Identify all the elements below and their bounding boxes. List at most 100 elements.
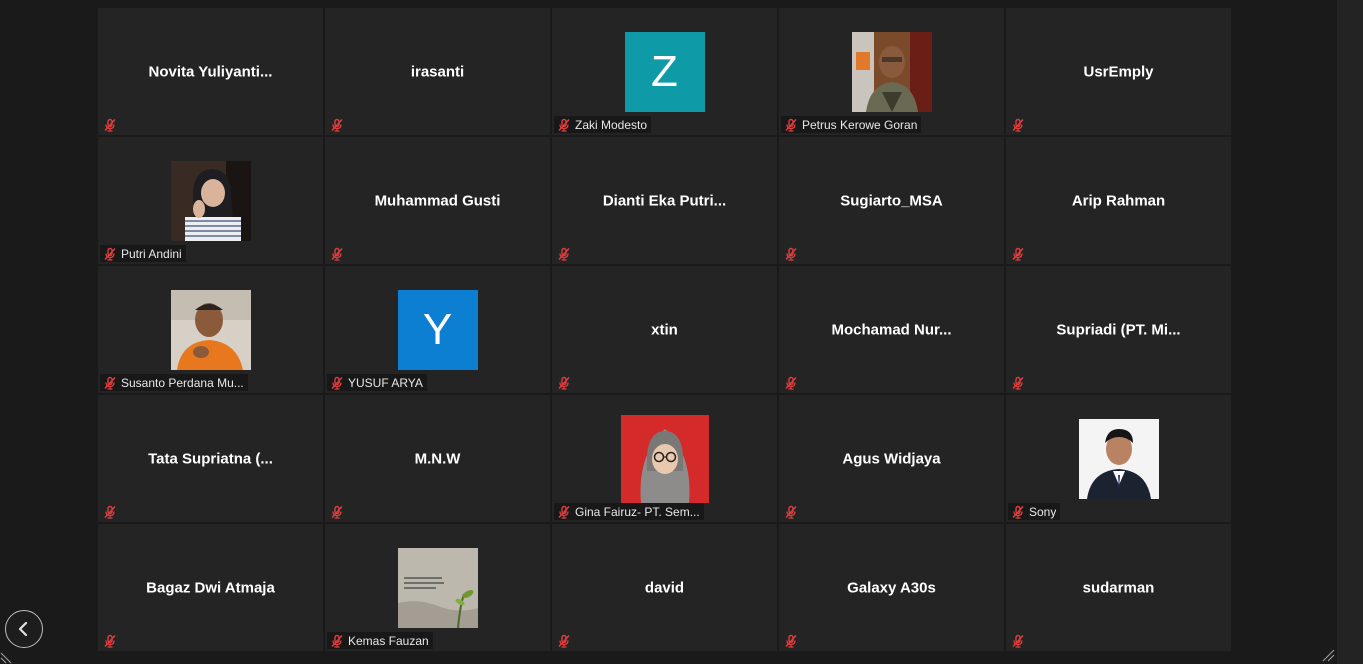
participant-nameplate: Gina Fairuz- PT. Sem... (554, 503, 704, 520)
participant-tile[interactable]: Novita Yuliyanti... (98, 8, 323, 135)
participant-name: M.N.W (414, 450, 461, 467)
photo-quote-plant-icon (397, 547, 478, 628)
mic-muted-icon (103, 634, 117, 648)
participant-tile[interactable]: Gina Fairuz- PT. Sem... (552, 395, 777, 522)
mic-muted-icon (784, 376, 798, 390)
participant-nameplate: Kemas Fauzan (327, 632, 433, 649)
participant-tile[interactable]: Susanto Perdana Mu... (98, 266, 323, 393)
mic-muted-icon (1011, 118, 1025, 132)
photo-man-orange-shirt-icon (170, 289, 251, 370)
participant-tile[interactable]: Tata Supriatna (... (98, 395, 323, 522)
mic-muted-icon (103, 247, 117, 261)
participant-name: Tata Supriatna (... (148, 450, 273, 467)
participant-name: david (644, 579, 685, 596)
participant-tile[interactable]: Arip Rahman (1006, 137, 1231, 264)
mic-muted-icon (330, 118, 344, 132)
participant-nameplate (1008, 116, 1033, 133)
participant-tile[interactable]: david (552, 524, 777, 651)
previous-page-button[interactable] (5, 610, 43, 648)
nameplate-label: YUSUF ARYA (348, 375, 423, 390)
participant-tile[interactable]: Agus Widjaya (779, 395, 1004, 522)
participant-name: Novita Yuliyanti... (148, 63, 273, 80)
participant-tile[interactable]: Z Zaki Modesto (552, 8, 777, 135)
avatar: Z (624, 31, 705, 112)
participant-tile[interactable]: M.N.W (325, 395, 550, 522)
participant-nameplate: Petrus Kerowe Goran (781, 116, 922, 133)
participant-tile[interactable]: irasanti (325, 8, 550, 135)
mic-muted-icon (330, 505, 344, 519)
nameplate-label: Zaki Modesto (575, 117, 648, 132)
left-margin (0, 0, 98, 664)
participant-nameplate: Sony (1008, 503, 1061, 520)
resize-grip-icon[interactable] (1321, 648, 1335, 662)
participant-tile[interactable]: Petrus Kerowe Goran (779, 8, 1004, 135)
mic-muted-icon (784, 634, 798, 648)
participant-tile[interactable]: Sony (1006, 395, 1231, 522)
participant-tile[interactable]: Y YUSUF ARYA (325, 266, 550, 393)
participant-nameplate (327, 116, 352, 133)
photo-man-suit-icon (1078, 418, 1159, 499)
participant-tile[interactable]: UsrEmply (1006, 8, 1231, 135)
mic-muted-icon (330, 247, 344, 261)
mic-muted-icon (557, 376, 571, 390)
participant-tile[interactable]: Kemas Fauzan (325, 524, 550, 651)
participant-tile[interactable]: Bagaz Dwi Atmaja (98, 524, 323, 651)
avatar: Y (397, 289, 478, 370)
participant-tile[interactable]: xtin (552, 266, 777, 393)
mic-muted-icon (103, 376, 117, 390)
mic-muted-icon (784, 118, 798, 132)
participant-nameplate: Zaki Modesto (554, 116, 652, 133)
participant-nameplate (1008, 245, 1033, 262)
mic-muted-icon (784, 505, 798, 519)
gallery-grid: Novita Yuliyanti... irasanti Z Zaki Modesto… (98, 8, 1231, 651)
nameplate-label: Petrus Kerowe Goran (802, 117, 918, 132)
scroll-strip (1337, 0, 1363, 664)
nameplate-label: Gina Fairuz- PT. Sem... (575, 504, 700, 519)
participant-name: Muhammad Gusti (374, 192, 501, 209)
participant-nameplate: YUSUF ARYA (327, 374, 427, 391)
mic-muted-icon (1011, 634, 1025, 648)
participant-nameplate (781, 503, 806, 520)
nameplate-label: Kemas Fauzan (348, 633, 429, 648)
participant-nameplate (554, 245, 579, 262)
participant-nameplate (100, 503, 125, 520)
participant-nameplate (781, 245, 806, 262)
mic-muted-icon (557, 247, 571, 261)
participant-nameplate (781, 374, 806, 391)
participant-nameplate (554, 374, 579, 391)
participant-nameplate: Putri Andini (100, 245, 186, 262)
resize-grip-icon[interactable] (0, 650, 14, 664)
participant-tile[interactable]: Sugiarto_MSA (779, 137, 1004, 264)
nameplate-label: Sony (1029, 504, 1057, 519)
chevron-left-icon (18, 621, 28, 637)
participant-tile[interactable]: Putri Andini (98, 137, 323, 264)
participant-tile[interactable]: Mochamad Nur... (779, 266, 1004, 393)
participant-nameplate (1008, 632, 1033, 649)
participant-tile[interactable]: Dianti Eka Putri... (552, 137, 777, 264)
participant-name: UsrEmply (1083, 63, 1154, 80)
participant-name: Sugiarto_MSA (840, 192, 943, 209)
participant-nameplate (100, 632, 125, 649)
participant-nameplate (1008, 374, 1033, 391)
participant-name: xtin (651, 321, 678, 338)
mic-muted-icon (1011, 376, 1025, 390)
participant-tile[interactable]: Supriadi (PT. Mi... (1006, 266, 1231, 393)
participant-name: Dianti Eka Putri... (602, 192, 727, 209)
mic-muted-icon (557, 118, 571, 132)
participant-nameplate (554, 632, 579, 649)
photo-woman-hijab-striped-icon (170, 160, 251, 241)
participant-nameplate (100, 116, 125, 133)
participant-tile[interactable]: Galaxy A30s (779, 524, 1004, 651)
mic-muted-icon (103, 118, 117, 132)
participant-name: sudarman (1082, 579, 1155, 596)
participant-tile[interactable]: Muhammad Gusti (325, 137, 550, 264)
participant-nameplate (327, 245, 352, 262)
participant-nameplate (327, 503, 352, 520)
mic-muted-icon (330, 376, 344, 390)
mic-muted-icon (103, 505, 117, 519)
participant-name: Arip Rahman (1071, 192, 1166, 209)
photo-man-glasses-icon (851, 31, 932, 112)
mic-muted-icon (330, 634, 344, 648)
participant-tile[interactable]: sudarman (1006, 524, 1231, 651)
nameplate-label: Susanto Perdana Mu... (121, 375, 244, 390)
